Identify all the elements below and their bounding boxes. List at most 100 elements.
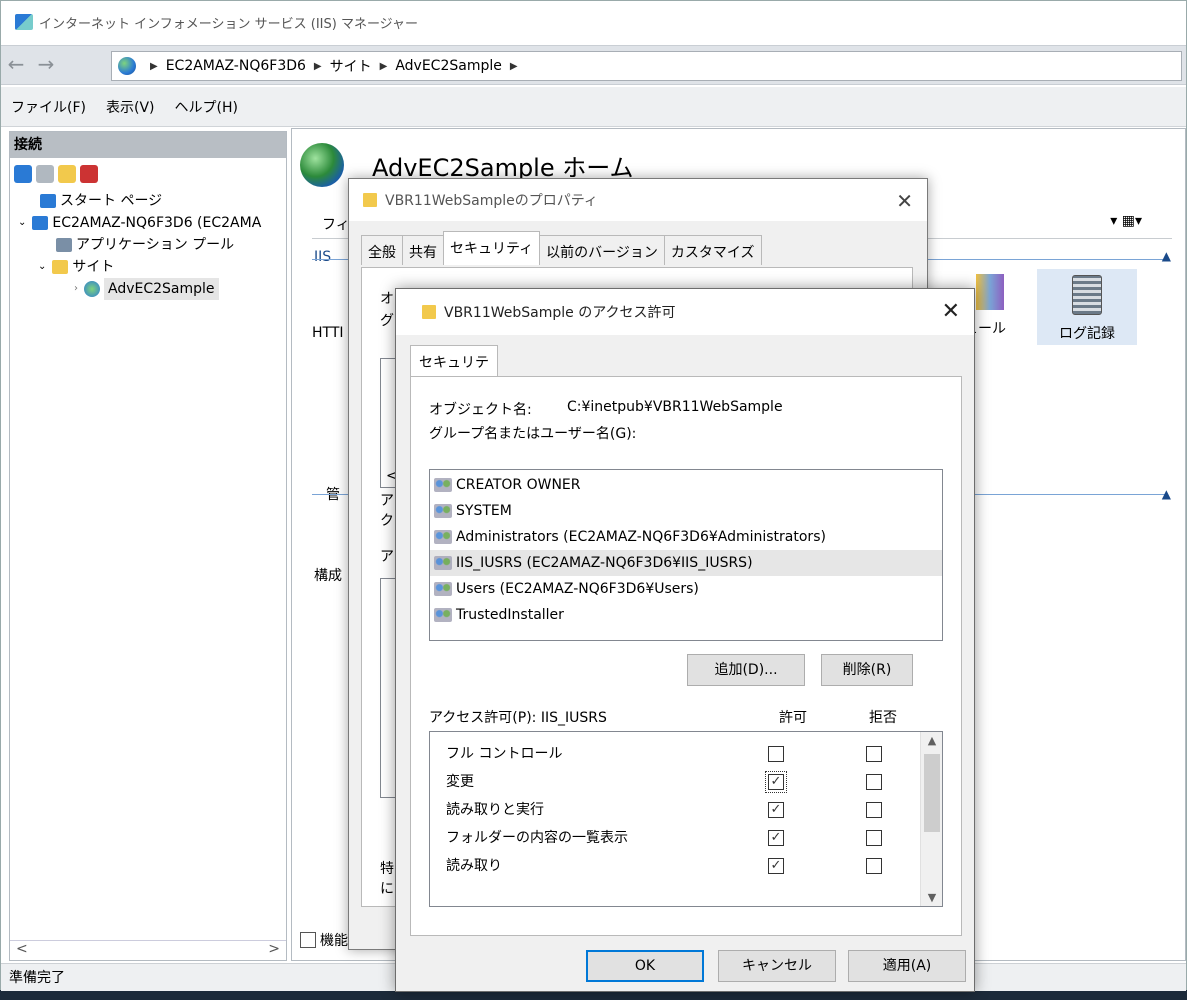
feature-logging[interactable]: ログ記録 <box>1037 269 1137 345</box>
menu-file[interactable]: ファイル(F) <box>11 97 86 117</box>
title-bar: インターネット インフォメーション サービス (IIS) マネージャー <box>1 1 1186 43</box>
permission-name: 変更 <box>446 774 474 790</box>
allow-checkbox[interactable]: ✓ <box>768 858 784 874</box>
view-mode-icon[interactable]: ▾ ▦▾ <box>1110 213 1142 229</box>
tab-customize[interactable]: カスタマイズ <box>663 235 762 265</box>
tree-item-label: AdvEC2Sample <box>104 278 219 300</box>
ok-button[interactable]: OK <box>586 950 704 982</box>
save-icon[interactable] <box>36 165 54 183</box>
user-name: Users (EC2AMAZ-NQ6F3D6¥Users) <box>456 581 699 597</box>
close-icon[interactable]: ✕ <box>942 299 960 324</box>
deny-checkbox[interactable] <box>866 774 882 790</box>
scroll-right-icon[interactable]: > <box>268 941 280 960</box>
breadcrumb-arrow-icon[interactable]: ▶ <box>150 61 158 72</box>
user-name: CREATOR OWNER <box>456 477 581 493</box>
tab-security[interactable]: セキュリティ <box>443 231 541 265</box>
users-icon <box>434 582 452 596</box>
chevron-down-icon[interactable]: ⌄ <box>38 256 46 278</box>
deny-checkbox[interactable] <box>866 802 882 818</box>
table-row: 読み取り ✓ <box>430 852 920 880</box>
vertical-scrollbar[interactable]: ▲ ▼ <box>920 732 942 906</box>
disconnect-icon[interactable] <box>80 165 98 183</box>
tab-sharing[interactable]: 共有 <box>402 235 444 265</box>
perm-fragment: ア <box>380 549 394 565</box>
user-name: Administrators (EC2AMAZ-NQ6F3D6¥Administ… <box>456 529 826 545</box>
cancel-button[interactable]: キャンセル <box>718 950 836 982</box>
group-label-iis: IIS <box>314 249 332 265</box>
list-item-selected[interactable]: IIS_IUSRS (EC2AMAZ-NQ6F3D6¥IIS_IUSRS) <box>430 550 942 576</box>
tree-item-site-advec2sample[interactable]: › AdvEC2Sample <box>10 278 286 300</box>
list-item[interactable]: TrustedInstaller <box>430 602 942 628</box>
connections-pane: 接続 スタート ページ ⌄ EC2AMAZ-NQ6F3D6 (EC2AMA アプ… <box>9 131 287 961</box>
breadcrumb-arrow-icon[interactable]: ▶ <box>510 61 518 72</box>
breadcrumb-server[interactable]: EC2AMAZ-NQ6F3D6 <box>166 58 306 74</box>
permission-name: フル コントロール <box>446 746 563 762</box>
breadcrumb-sites[interactable]: サイト <box>330 56 372 76</box>
permissions-title: VBR11WebSample のアクセス許可 <box>444 305 676 321</box>
breadcrumb-site[interactable]: AdvEC2Sample <box>395 58 502 74</box>
tree-item-app-pools[interactable]: アプリケーション プール <box>10 234 286 256</box>
table-row: フォルダーの内容の一覧表示 ✓ <box>430 824 920 852</box>
collapse-group-icon[interactable]: ▲ <box>1162 249 1171 263</box>
list-item[interactable]: Users (EC2AMAZ-NQ6F3D6¥Users) <box>430 576 942 602</box>
features-view-icon[interactable] <box>300 932 316 948</box>
tab-general[interactable]: 全般 <box>361 235 403 265</box>
deny-checkbox[interactable] <box>866 746 882 762</box>
apply-button[interactable]: 適用(A) <box>848 950 966 982</box>
scroll-left-icon[interactable]: < <box>16 941 28 960</box>
permission-name: 読み取りと実行 <box>446 802 544 818</box>
user-name: SYSTEM <box>456 503 512 519</box>
tree-item-label: EC2AMAZ-NQ6F3D6 (EC2AMA <box>52 215 262 231</box>
allow-checkbox[interactable]: ✓ <box>768 802 784 818</box>
forward-arrow-icon[interactable]: → <box>31 51 61 79</box>
chevron-right-icon[interactable]: › <box>74 278 78 300</box>
add-button[interactable]: 追加(D)... <box>687 654 805 686</box>
status-text: 準備完了 <box>9 970 65 986</box>
properties-tabs: 全般 共有 セキュリティ 以前のバージョン カスタマイズ <box>361 231 762 265</box>
object-label-fragment: オ <box>380 291 394 307</box>
config-fragment: 構成 <box>314 568 342 584</box>
window-title: インターネット インフォメーション サービス (IIS) マネージャー <box>39 16 419 32</box>
collapse-group-icon[interactable]: ▲ <box>1162 487 1171 501</box>
table-row: フル コントロール <box>430 740 920 768</box>
users-icon <box>434 530 452 544</box>
breadcrumb-arrow-icon[interactable]: ▶ <box>380 61 388 72</box>
access-fragment: ア <box>380 493 394 509</box>
tab-security[interactable]: セキュリティ <box>410 345 498 391</box>
chevron-down-icon[interactable]: ⌄ <box>18 212 26 234</box>
iis-icon <box>15 14 33 30</box>
group-names-label: グループ名またはユーザー名(G): <box>429 426 637 442</box>
allow-checkbox[interactable]: ✓ <box>765 771 787 793</box>
scroll-down-icon[interactable]: ▼ <box>921 891 943 904</box>
list-item[interactable]: CREATOR OWNER <box>430 472 942 498</box>
tab-previous-versions[interactable]: 以前のバージョン <box>539 235 665 265</box>
permissions-table: フル コントロール 変更 ✓ 読み取りと実行 ✓ フォルダーの内容の一覧表示 ✓… <box>429 731 943 907</box>
list-item[interactable]: SYSTEM <box>430 498 942 524</box>
tree-item-server[interactable]: ⌄ EC2AMAZ-NQ6F3D6 (EC2AMA <box>10 212 286 234</box>
permission-name: 読み取り <box>446 858 502 874</box>
allow-checkbox[interactable]: ✓ <box>768 830 784 846</box>
close-icon[interactable]: ✕ <box>896 189 913 213</box>
deny-checkbox[interactable] <box>866 858 882 874</box>
connections-tree: スタート ページ ⌄ EC2AMAZ-NQ6F3D6 (EC2AMA アプリケー… <box>10 190 286 300</box>
back-arrow-icon[interactable]: ← <box>1 51 31 79</box>
allow-checkbox[interactable] <box>768 746 784 762</box>
breadcrumb-arrow-icon[interactable]: ▶ <box>314 61 322 72</box>
horizontal-scrollbar[interactable]: < > <box>10 940 286 960</box>
deny-checkbox[interactable] <box>866 830 882 846</box>
breadcrumb[interactable]: ▶ EC2AMAZ-NQ6F3D6 ▶ サイト ▶ AdvEC2Sample ▶ <box>111 51 1182 81</box>
table-row: 変更 ✓ <box>430 768 920 796</box>
user-list[interactable]: CREATOR OWNER SYSTEM Administrators (EC2… <box>429 469 943 641</box>
scroll-thumb[interactable] <box>924 754 940 832</box>
remove-button[interactable]: 削除(R) <box>821 654 913 686</box>
list-item[interactable]: Administrators (EC2AMAZ-NQ6F3D6¥Administ… <box>430 524 942 550</box>
menu-view[interactable]: 表示(V) <box>106 97 155 117</box>
tree-item-sites[interactable]: ⌄ サイト <box>10 256 286 278</box>
scroll-up-icon[interactable]: ▲ <box>921 734 943 747</box>
globe-icon <box>118 57 136 75</box>
users-icon <box>434 556 452 570</box>
connect-icon[interactable] <box>14 165 32 183</box>
up-level-icon[interactable] <box>58 165 76 183</box>
tree-item-start-page[interactable]: スタート ページ <box>10 190 286 212</box>
menu-help[interactable]: ヘルプ(H) <box>175 97 238 117</box>
